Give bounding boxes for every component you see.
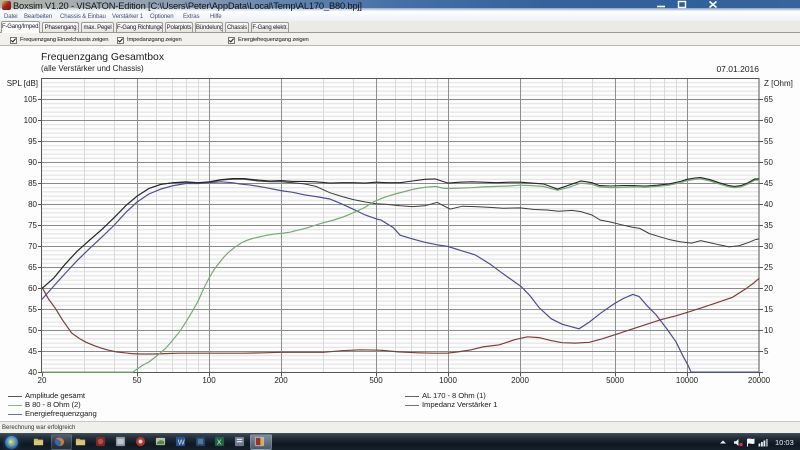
- svg-text:X: X: [217, 437, 222, 446]
- svg-text:W: W: [178, 437, 185, 446]
